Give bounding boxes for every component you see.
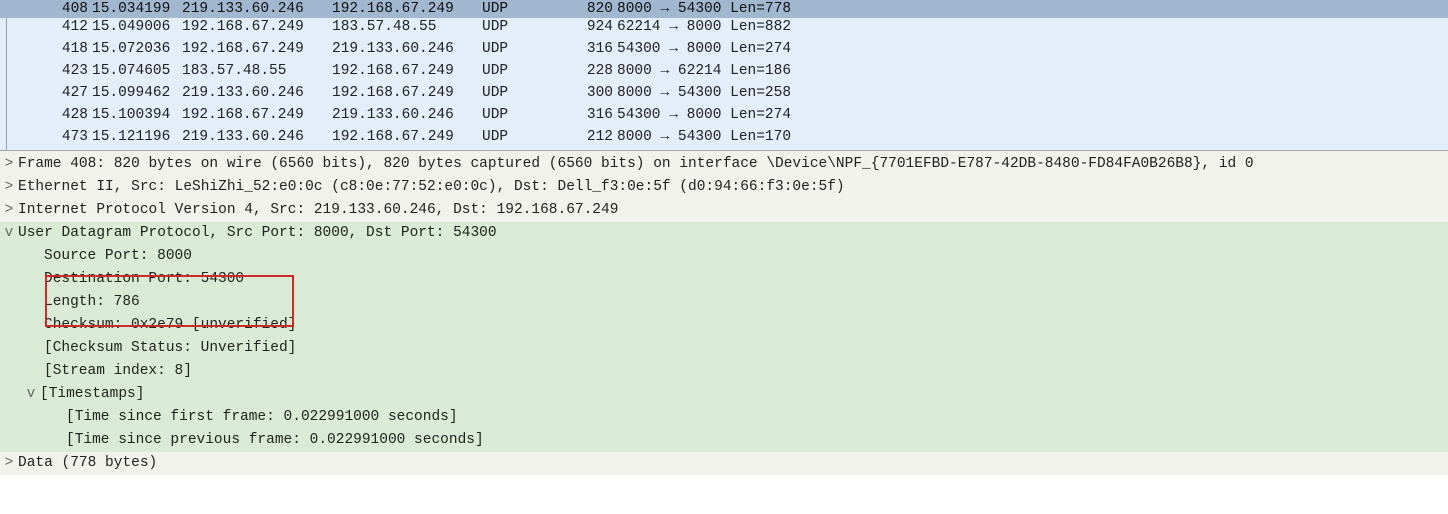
col-dst: 219.133.60.246 [332,107,482,127]
gutter-icon [0,106,12,128]
col-time: 15.072036 [92,41,182,61]
detail-frame[interactable]: > Frame 408: 820 bytes on wire (6560 bit… [0,153,1448,176]
col-dst: 219.133.60.246 [332,41,482,61]
col-len: 300 [542,85,617,105]
col-len: 228 [542,63,617,83]
detail-udp[interactable]: v User Datagram Protocol, Src Port: 8000… [0,222,1448,245]
col-proto: UDP [482,85,542,105]
col-dst: 183.57.48.55 [332,19,482,39]
col-no: 408 [12,1,92,17]
col-time: 15.099462 [92,85,182,105]
chevron-right-icon[interactable]: > [0,453,18,474]
detail-udp-cksum-text: Checksum: 0x2e79 [unverified] [44,315,296,336]
col-no: 428 [12,107,92,127]
detail-udp-cksum[interactable]: Checksum: 0x2e79 [unverified] [0,314,1448,337]
col-proto: UDP [482,1,542,17]
packet-row[interactable]: 41815.072036192.168.67.249219.133.60.246… [0,40,1448,62]
packet-row[interactable]: 47315.121196219.133.60.246192.168.67.249… [0,128,1448,150]
col-info: 54300 → 8000 Len=274 [617,41,1448,61]
gutter-icon [0,128,12,150]
detail-ip-text: Internet Protocol Version 4, Src: 219.13… [18,200,618,221]
detail-udp-ts-first-text: [Time since first frame: 0.022991000 sec… [66,407,458,428]
detail-udp-ts-prev[interactable]: [Time since previous frame: 0.022991000 … [0,429,1448,452]
chevron-right-icon[interactable]: > [0,200,18,221]
col-len: 212 [542,129,617,149]
chevron-down-icon[interactable]: v [0,223,18,244]
col-time: 15.074605 [92,63,182,83]
detail-udp-dst[interactable]: Destination Port: 54300 [0,268,1448,291]
detail-udp-len-text: Length: 786 [44,292,140,313]
col-len: 316 [542,41,617,61]
detail-data-text: Data (778 bytes) [18,453,157,474]
gutter-icon [0,18,12,40]
detail-ip[interactable]: > Internet Protocol Version 4, Src: 219.… [0,199,1448,222]
col-len: 820 [542,1,617,17]
col-time: 15.121196 [92,129,182,149]
gutter-icon [0,84,12,106]
col-no: 427 [12,85,92,105]
col-proto: UDP [482,107,542,127]
col-proto: UDP [482,41,542,61]
chevron-down-icon[interactable]: v [22,384,40,405]
col-info: 54300 → 8000 Len=274 [617,107,1448,127]
col-info: 8000 → 62214 Len=186 [617,63,1448,83]
detail-ethernet-text: Ethernet II, Src: LeShiZhi_52:e0:0c (c8:… [18,177,845,198]
detail-udp-stream-text: [Stream index: 8] [44,361,192,382]
detail-udp-timestamps[interactable]: v [Timestamps] [0,383,1448,406]
detail-udp-cksum-status-text: [Checksum Status: Unverified] [44,338,296,359]
col-len: 316 [542,107,617,127]
col-no: 423 [12,63,92,83]
col-no: 418 [12,41,92,61]
col-src: 183.57.48.55 [182,63,332,83]
detail-udp-src-text: Source Port: 8000 [44,246,192,267]
col-src: 219.133.60.246 [182,85,332,105]
detail-udp-ts-prev-text: [Time since previous frame: 0.022991000 … [66,430,484,451]
col-dst: 192.168.67.249 [332,1,482,17]
detail-udp-len[interactable]: Length: 786 [0,291,1448,314]
packet-row[interactable]: 42815.100394192.168.67.249219.133.60.246… [0,106,1448,128]
col-time: 15.049006 [92,19,182,39]
detail-frame-text: Frame 408: 820 bytes on wire (6560 bits)… [18,154,1254,175]
col-src: 219.133.60.246 [182,129,332,149]
col-src: 192.168.67.249 [182,19,332,39]
detail-udp-ts-first[interactable]: [Time since first frame: 0.022991000 sec… [0,406,1448,429]
packet-row[interactable]: 40815.034199219.133.60.246192.168.67.249… [0,0,1448,18]
col-info: 8000 → 54300 Len=778 [617,1,1448,17]
col-len: 924 [542,19,617,39]
col-info: 8000 → 54300 Len=258 [617,85,1448,105]
packet-details: > Frame 408: 820 bytes on wire (6560 bit… [0,151,1448,475]
col-src: 192.168.67.249 [182,107,332,127]
detail-udp-src[interactable]: Source Port: 8000 [0,245,1448,268]
detail-udp-timestamps-text: [Timestamps] [40,384,144,405]
col-proto: UDP [482,63,542,83]
col-dst: 192.168.67.249 [332,129,482,149]
col-time: 15.034199 [92,1,182,17]
col-src: 192.168.67.249 [182,41,332,61]
col-time: 15.100394 [92,107,182,127]
packet-row[interactable]: 42315.074605183.57.48.55192.168.67.249UD… [0,62,1448,84]
packet-row[interactable]: 41215.049006192.168.67.249183.57.48.55UD… [0,18,1448,40]
col-dst: 192.168.67.249 [332,85,482,105]
col-no: 412 [12,19,92,39]
detail-udp-text: User Datagram Protocol, Src Port: 8000, … [18,223,497,244]
col-proto: UDP [482,19,542,39]
detail-ethernet[interactable]: > Ethernet II, Src: LeShiZhi_52:e0:0c (c… [0,176,1448,199]
col-dst: 192.168.67.249 [332,63,482,83]
packet-list: 40815.034199219.133.60.246192.168.67.249… [0,0,1448,151]
col-src: 219.133.60.246 [182,1,332,17]
packet-row[interactable]: 42715.099462219.133.60.246192.168.67.249… [0,84,1448,106]
gutter-icon [0,62,12,84]
col-info: 62214 → 8000 Len=882 [617,19,1448,39]
detail-udp-stream[interactable]: [Stream index: 8] [0,360,1448,383]
detail-udp-dst-text: Destination Port: 54300 [44,269,244,290]
col-info: 8000 → 54300 Len=170 [617,129,1448,149]
detail-udp-cksum-status[interactable]: [Checksum Status: Unverified] [0,337,1448,360]
gutter-icon [0,40,12,62]
detail-data[interactable]: > Data (778 bytes) [0,452,1448,475]
chevron-right-icon[interactable]: > [0,177,18,198]
gutter-icon [0,0,12,18]
col-no: 473 [12,129,92,149]
chevron-right-icon[interactable]: > [0,154,18,175]
col-proto: UDP [482,129,542,149]
